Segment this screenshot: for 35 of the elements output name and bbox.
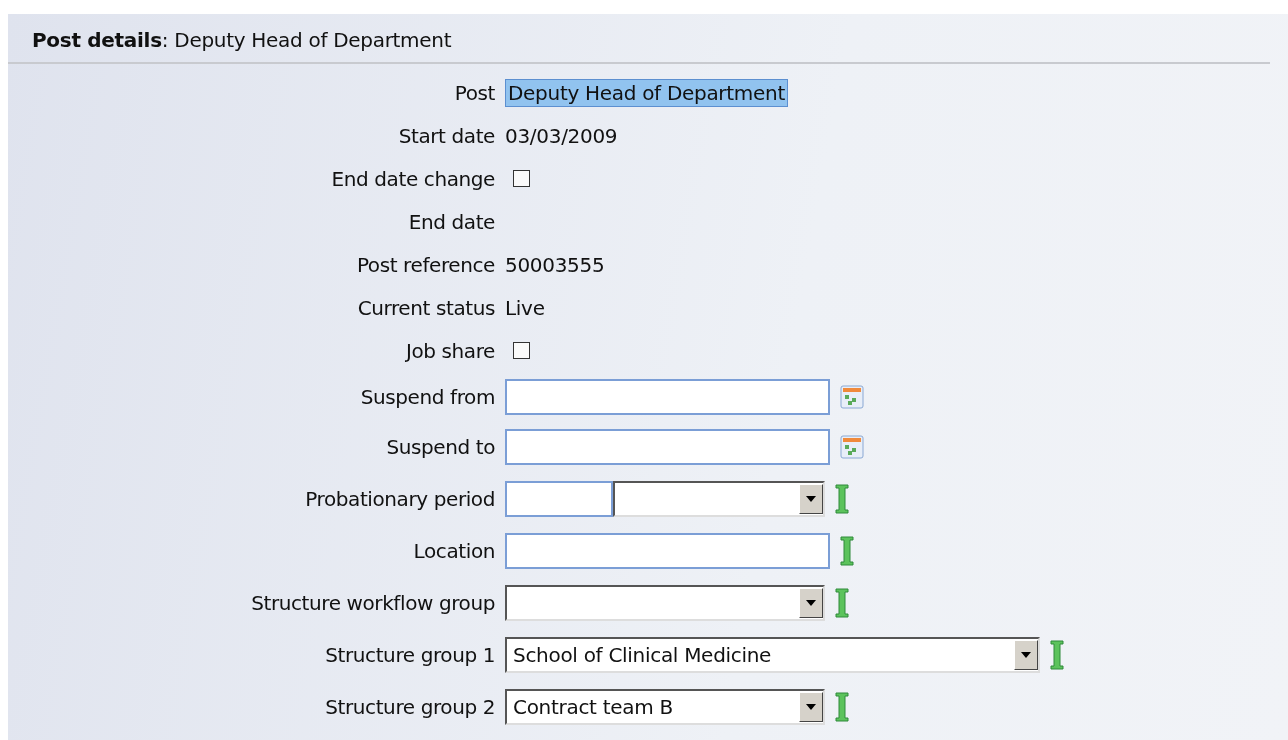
dropdown[interactable] — [505, 585, 825, 621]
field-value: 03/03/2009 — [505, 123, 618, 148]
dropdown[interactable]: School of Clinical Medicine — [505, 637, 1040, 673]
field-label: Start date — [398, 123, 495, 148]
field-label: Post — [454, 81, 495, 105]
caret-icon — [806, 600, 816, 606]
field-label: Current status — [357, 295, 495, 320]
calendar-icon[interactable] — [840, 435, 864, 459]
date-field[interactable] — [505, 429, 830, 465]
field-label: Location — [413, 539, 495, 563]
field-label: Job share — [405, 338, 495, 363]
dropdown[interactable]: Contract team B — [505, 689, 825, 725]
section-title: Post details: Deputy Head of Department — [32, 28, 452, 52]
dropdown[interactable] — [613, 480, 825, 517]
caret-icon — [806, 495, 816, 502]
checkbox[interactable] — [513, 342, 530, 359]
checkbox[interactable] — [513, 170, 530, 187]
caret-icon — [1021, 652, 1031, 658]
field-label: Suspend to — [386, 435, 495, 459]
field-label: Probationary period — [305, 486, 495, 511]
field-label: Suspend from — [360, 385, 495, 409]
date-field[interactable] — [505, 379, 830, 415]
field-value: 50003555 — [505, 252, 605, 277]
input-field[interactable] — [505, 533, 830, 569]
field-label: Structure group 2 — [325, 695, 495, 719]
field-label: End date — [408, 209, 495, 234]
field-label: End date change — [331, 166, 495, 191]
field-label: Structure workflow group — [251, 591, 495, 615]
calendar-icon[interactable] — [840, 385, 864, 409]
field-label: Structure group 1 — [325, 643, 495, 667]
input-field[interactable] — [505, 480, 613, 517]
field-value: Live — [505, 295, 545, 320]
caret-icon — [806, 704, 816, 710]
selected-field-value: Deputy Head of Department — [505, 79, 788, 107]
field-label: Post reference — [356, 252, 495, 277]
